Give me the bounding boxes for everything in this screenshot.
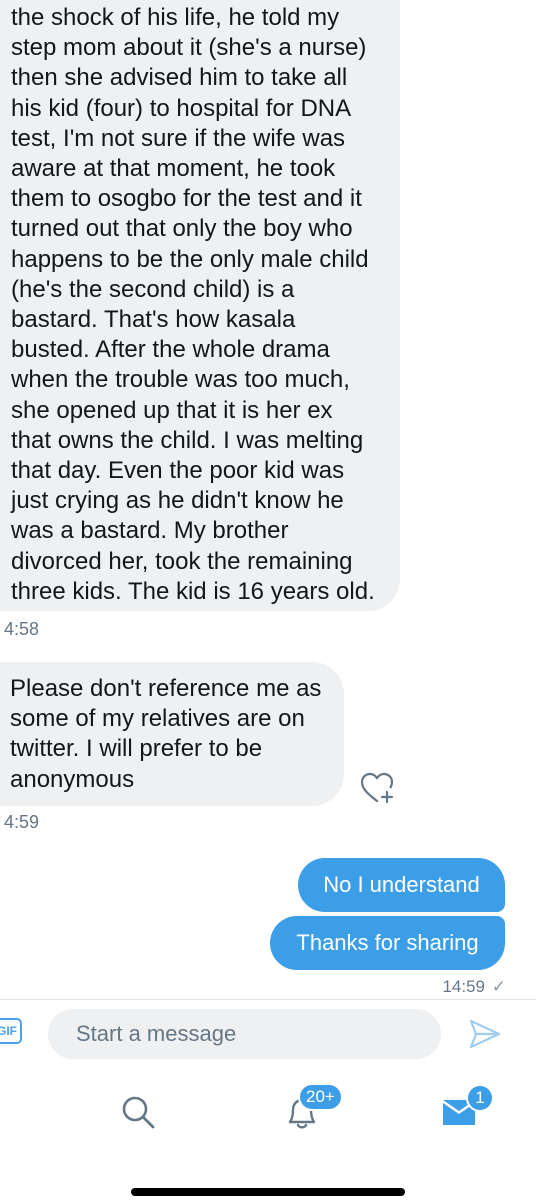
message-text: No I understand xyxy=(323,872,480,897)
message-line: then she advised him to take all xyxy=(11,64,348,92)
gif-button[interactable]: GIF xyxy=(0,1018,22,1044)
message-line: happens to be the only male child xyxy=(11,245,369,273)
message-line: busted. After the whole drama xyxy=(11,336,330,364)
outgoing-message-bubble[interactable]: Thanks for sharing xyxy=(270,916,505,970)
message-line: when the trouble was too much, xyxy=(11,366,350,394)
message-line: test, I'm not sure if the wife was xyxy=(11,124,346,152)
message-line: aware at that moment, he took xyxy=(11,155,336,183)
message-line: some of my relatives are on xyxy=(10,705,305,733)
message-line: turned out that only the boy who xyxy=(11,215,353,243)
heart-plus-icon[interactable] xyxy=(358,770,396,806)
message-line: anonymous xyxy=(10,765,135,793)
message-line: (he's the second child) is a xyxy=(11,275,295,303)
message-line: Please don't reference me as xyxy=(10,675,322,702)
read-check-icon: ✓ xyxy=(491,977,506,996)
message-line: she opened up that it is her ex xyxy=(11,396,333,424)
search-icon[interactable] xyxy=(120,1094,156,1130)
message-line: step mom about it (she's a nurse) xyxy=(11,34,367,62)
message-line: his kid (four) to hospital for DNA xyxy=(11,94,352,122)
timestamp-text: 14:59 xyxy=(442,977,486,996)
message-line: three kids. The kid is 16 years old. xyxy=(11,577,375,605)
message-line: them to osogbo for the test and it xyxy=(11,185,362,213)
incoming-message-bubble[interactable]: the shock of his life, he told my step m… xyxy=(0,0,400,611)
message-input[interactable] xyxy=(48,1009,441,1059)
message-line: was a bastard. My brother xyxy=(11,517,289,545)
send-icon[interactable] xyxy=(468,1018,502,1050)
message-timestamp: 4:58 xyxy=(4,619,40,639)
message-line: just crying as he didn't know he xyxy=(11,487,344,515)
notifications-badge: 20+ xyxy=(298,1083,343,1111)
outgoing-message-bubble[interactable]: No I understand xyxy=(298,858,505,912)
composer-divider xyxy=(0,999,536,1000)
message-line: twitter. I will prefer to be xyxy=(10,735,263,763)
message-line: that owns the child. I was melting xyxy=(11,426,364,454)
home-indicator[interactable] xyxy=(131,1188,405,1196)
message-timestamp: 4:59 xyxy=(4,812,40,832)
message-line: divorced her, took the remaining xyxy=(11,547,353,575)
dm-conversation-screen: the shock of his life, he told my step m… xyxy=(0,0,536,1200)
outgoing-timestamp: 14:59 ✓ xyxy=(442,977,506,997)
messages-badge: 1 xyxy=(466,1084,494,1112)
message-line: the shock of his life, he told my xyxy=(11,4,340,31)
incoming-message-bubble[interactable]: Please don't reference me as some of my … xyxy=(0,662,344,806)
message-line: bastard. That's how kasala xyxy=(11,306,296,334)
message-line: that day. Even the poor kid was xyxy=(11,457,345,485)
message-text: Thanks for sharing xyxy=(296,930,479,955)
